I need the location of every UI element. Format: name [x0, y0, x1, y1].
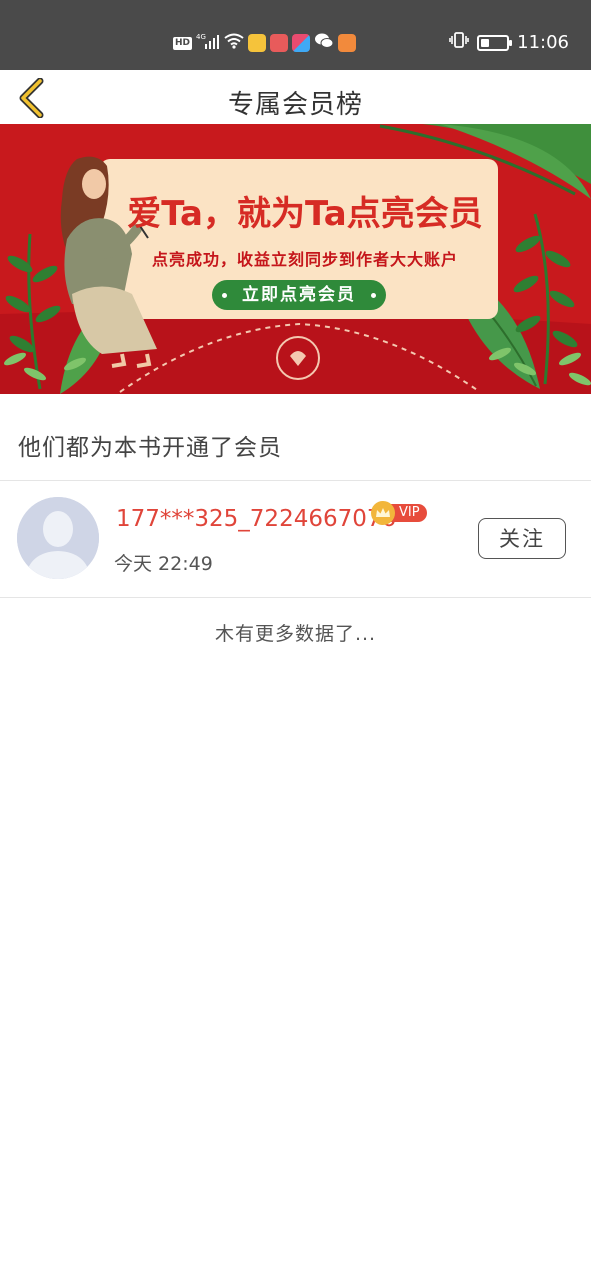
vip-badge: VIP: [371, 501, 427, 525]
section-heading: 他们都为本书开通了会员: [18, 435, 282, 461]
health-app-icon: [338, 34, 357, 52]
weibo-app-icon: [248, 34, 267, 52]
title-bar: 专属会员榜: [0, 70, 591, 124]
hd-icon: HD: [173, 36, 193, 50]
signal-icon: 4G: [196, 32, 220, 54]
clock: 11:06: [517, 32, 569, 53]
wechat-icon: [314, 32, 334, 54]
puzzle-app-icon: [292, 34, 311, 52]
wifi-icon: [224, 33, 244, 53]
activate-membership-button[interactable]: 立即点亮会员: [212, 280, 386, 310]
banner-subtitle: 点亮成功，收益立刻同步到作者大大账户: [151, 250, 458, 269]
member-name[interactable]: 177***325_7224667076: [116, 506, 396, 532]
no-more-data-text: 木有更多数据了...: [214, 623, 377, 645]
vibrate-icon: [449, 31, 469, 54]
network-type-label: 4G: [196, 33, 206, 41]
page-title: 专属会员榜: [227, 90, 363, 120]
member-time: 今天 22:49: [114, 553, 213, 575]
promo-banner[interactable]: 爱Ta，就为Ta点亮会员 点亮成功，收益立刻同步到作者大大账户 立即点亮会员: [0, 124, 591, 394]
follow-button[interactable]: 关注: [478, 518, 566, 559]
avatar[interactable]: [17, 497, 99, 579]
crown-icon: [371, 501, 395, 525]
status-bar: HD 4G 11:06: [0, 0, 591, 70]
status-icons: HD 4G: [173, 32, 357, 54]
list-item[interactable]: 177***325_7224667076 VIP 今天 22:49 关注: [0, 481, 591, 597]
banner-headline: 爱Ta，就为Ta点亮会员: [127, 194, 483, 234]
status-right: 11:06: [449, 31, 569, 54]
divider: [0, 597, 591, 598]
default-avatar-icon: [17, 497, 99, 579]
reader-app-icon: [270, 34, 289, 52]
battery-icon: [477, 34, 513, 51]
